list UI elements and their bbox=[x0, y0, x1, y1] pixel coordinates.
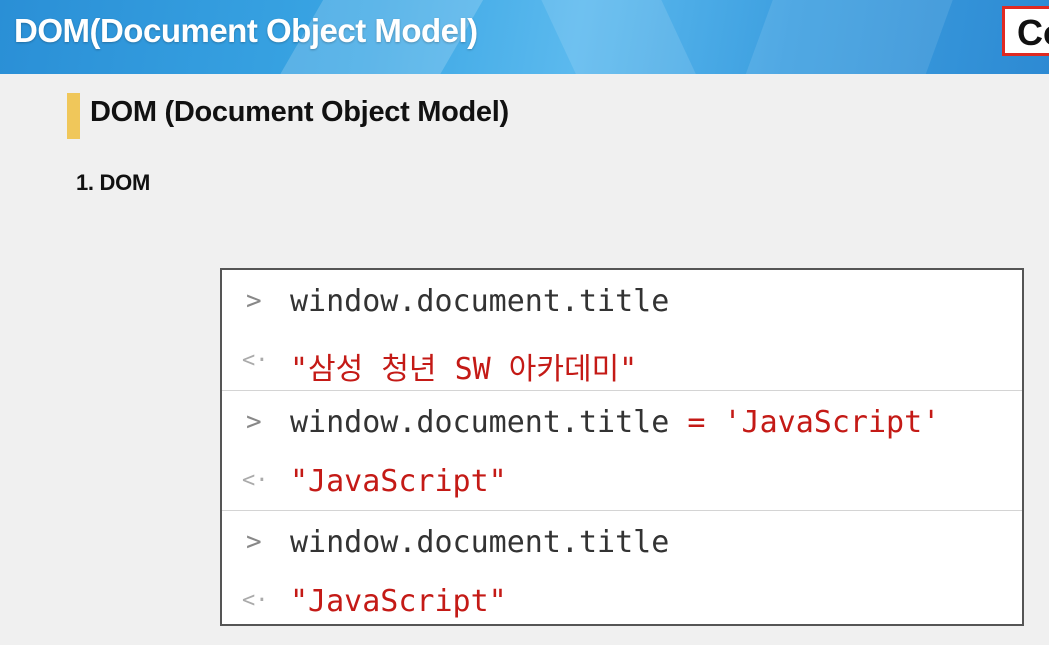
console-input-row: > window.document.title bbox=[222, 513, 1022, 573]
console-output-row: <· "JavaScript" bbox=[222, 452, 1022, 512]
section-accent-bar bbox=[67, 93, 80, 139]
sub-heading: 1. DOM bbox=[76, 170, 150, 195]
slide-title: DOM(Document Object Model) bbox=[14, 12, 478, 49]
console-input-row: > window.document.title = 'JavaScript' bbox=[222, 393, 1022, 453]
console-divider bbox=[222, 510, 1022, 511]
corner-highlight-box: Co bbox=[1002, 6, 1049, 56]
chevron-right-icon: > bbox=[246, 527, 262, 557]
console-input-row: > window.document.title bbox=[222, 272, 1022, 332]
corner-text: Co bbox=[1017, 12, 1049, 53]
header-decoration bbox=[536, 0, 704, 74]
return-arrow-icon: <· bbox=[242, 588, 269, 613]
section-title: DOM (Document Object Model) bbox=[90, 96, 509, 128]
console-input-code: window.document.title = 'JavaScript' bbox=[290, 405, 940, 440]
code-string: 'JavaScript' bbox=[723, 405, 941, 440]
console-divider bbox=[222, 390, 1022, 391]
console-output-value: "JavaScript" bbox=[290, 464, 507, 499]
console-input-code: window.document.title bbox=[290, 525, 670, 560]
console-output-row: <· "JavaScript" bbox=[222, 572, 1022, 624]
chevron-right-icon: > bbox=[246, 407, 262, 437]
console-output-value: "JavaScript" bbox=[290, 584, 507, 619]
return-arrow-icon: <· bbox=[242, 348, 269, 373]
console-output-value: "삼성 청년 SW 아카데미" bbox=[290, 352, 638, 387]
chevron-right-icon: > bbox=[246, 286, 262, 316]
console-input-code: window.document.title bbox=[290, 284, 670, 319]
code-operator: = bbox=[687, 405, 706, 440]
code-lhs: window.document.title bbox=[290, 405, 670, 440]
return-arrow-icon: <· bbox=[242, 468, 269, 493]
slide-header: DOM(Document Object Model) Co bbox=[0, 0, 1049, 74]
header-decoration bbox=[736, 0, 964, 74]
devtools-console: > window.document.title <· "삼성 청년 SW 아카데… bbox=[220, 268, 1024, 626]
console-output-row: <· "삼성 청년 SW 아카데미" bbox=[222, 332, 1022, 392]
